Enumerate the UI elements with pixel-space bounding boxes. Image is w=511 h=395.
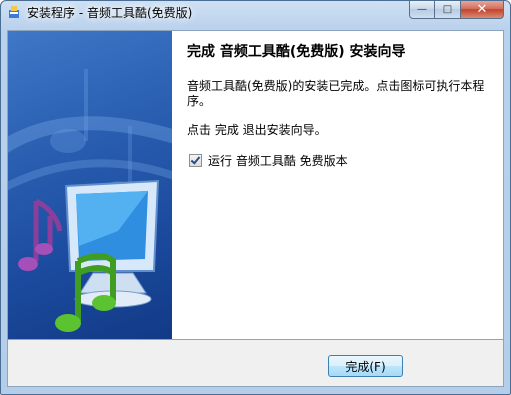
maximize-button[interactable]: □ xyxy=(435,1,461,19)
finish-button[interactable]: 完成(F) xyxy=(328,355,403,377)
caption-buttons: — □ ✕ xyxy=(409,1,504,19)
minimize-button[interactable]: — xyxy=(409,1,435,19)
run-program-label[interactable]: 运行 音频工具酷 免费版本 xyxy=(208,152,348,169)
wizard-heading: 完成 音频工具酷(免费版) 安装向导 xyxy=(187,44,406,60)
installer-window: 安装程序 - 音频工具酷(免费版) — □ ✕ 完成 音频工具酷(免费版) 安装… xyxy=(0,0,511,395)
completion-message: 音频工具酷(免费版)的安装已完成。点击图标可执行本程序。 xyxy=(187,79,485,108)
title-bar: 安装程序 - 音频工具酷(免费版) — □ ✕ xyxy=(1,1,510,23)
button-bar: 完成(F) xyxy=(8,339,503,386)
close-button[interactable]: ✕ xyxy=(461,1,504,19)
installer-icon xyxy=(9,6,19,18)
wizard-banner xyxy=(8,31,172,339)
music-computer-illustration xyxy=(8,69,172,332)
wizard-client-area: 完成 音频工具酷(免费版) 安装向导 音频工具酷(免费版)的安装已完成。点击图标… xyxy=(7,30,504,387)
window-title: 安装程序 - 音频工具酷(免费版) xyxy=(27,6,193,20)
run-program-checkbox[interactable] xyxy=(189,154,202,167)
exit-hint: 点击 完成 退出安装向导。 xyxy=(187,123,327,137)
wizard-content: 完成 音频工具酷(免费版) 安装向导 音频工具酷(免费版)的安装已完成。点击图标… xyxy=(172,31,503,339)
run-program-checkbox-row[interactable]: 运行 音频工具酷 免费版本 xyxy=(189,152,348,169)
